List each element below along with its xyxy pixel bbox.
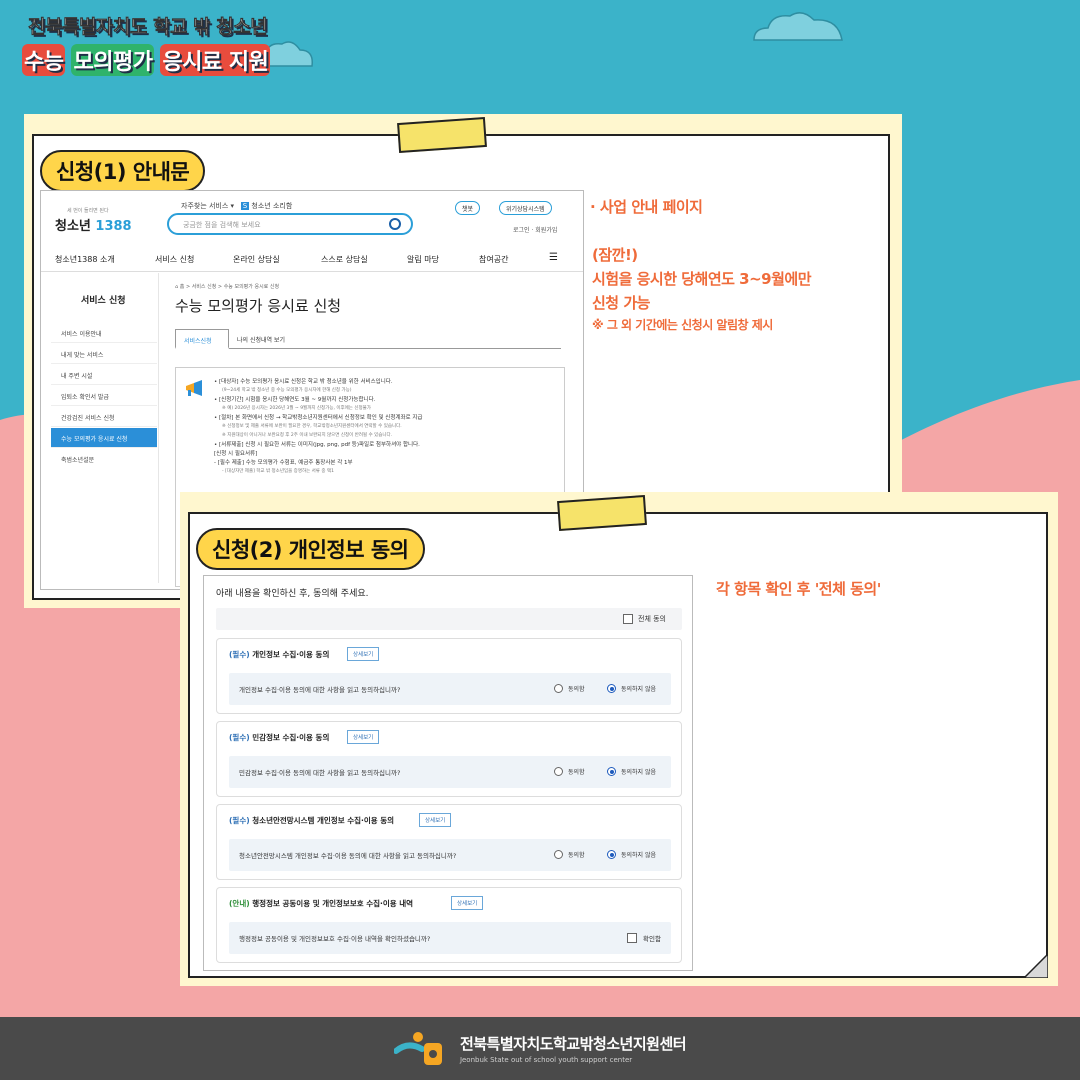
header-word-suneung: 수능	[22, 44, 66, 76]
notice-text: • [대상자] 수능 모의평가 응시료 신청은 학교 밖 청소년을 위한 서비스…	[214, 379, 423, 474]
confirm-checkbox[interactable]	[627, 933, 637, 943]
search-input[interactable]: 궁금한 점을 검색해 보세요	[167, 213, 413, 235]
consent-question: 민감정보 수집·이용 동의에 대한 사항을 읽고 동의하십니까? 동의함 동의하…	[229, 756, 671, 788]
consent-title: (안내) 행정정보 공동이용 및 개인정보보호 수집·이용 내역	[229, 899, 414, 908]
footer-name: 전북특별자치도학교밖청소년지원센터	[459, 1035, 687, 1053]
consent-heading: 아래 내용을 확인하신 후, 동의해 주세요.	[216, 589, 369, 599]
agree-label[interactable]: 동의함	[568, 850, 585, 859]
site-logo[interactable]: 청소년 1388	[55, 215, 132, 234]
consent-question: 행정정보 공동이용 및 개인정보보호 수집·이용 내역을 확인하셨습니까? 확인…	[229, 922, 671, 954]
center-logo-icon	[393, 1031, 442, 1065]
header-title-line1: 전북특별자치도 학교 밖 청소년	[28, 16, 268, 39]
megaphone-icon	[186, 380, 202, 396]
menu-icon[interactable]: ☰	[549, 252, 558, 263]
sidebar-item-active[interactable]: 수능 모의평가 응시료 신청	[51, 428, 157, 448]
disagree-label[interactable]: 동의하지 않음	[621, 850, 656, 859]
detail-button[interactable]: 상세보기	[451, 896, 484, 910]
section1-note-title: · 사업 안내 페이지	[590, 198, 703, 216]
tape-decoration	[557, 494, 647, 532]
question-text: 행정정보 공동이용 및 개인정보보호 수집·이용 내역을 확인하셨습니까?	[239, 935, 431, 943]
detail-button[interactable]: 상세보기	[347, 647, 380, 661]
disagree-radio[interactable]	[607, 684, 616, 693]
footer-bar: 전북특별자치도학교밖청소년지원센터 Jeonbuk State out of s…	[0, 1017, 1080, 1080]
section1-note-warn2: 시험을 응시한 당해연도 3~9월에만	[592, 270, 812, 288]
consent-question: 개인정보 수집·이용 동의에 대한 사항을 읽고 동의하십니까? 동의함 동의하…	[229, 673, 671, 705]
agree-label[interactable]: 동의함	[568, 767, 585, 776]
section2-note: 각 항목 확인 후 '전체 동의'	[716, 580, 881, 598]
all-agree-checkbox[interactable]	[623, 614, 633, 624]
detail-button[interactable]: 상세보기	[347, 730, 380, 744]
consent-card: (필수) 개인정보 수집·이용 동의 상세보기 개인정보 수집·이용 동의에 대…	[216, 638, 682, 714]
footer-text: 전북특별자치도학교밖청소년지원센터 Jeonbuk State out of s…	[459, 1033, 687, 1064]
all-agree-row: 전체 동의	[216, 608, 682, 630]
agree-radio[interactable]	[554, 850, 563, 859]
agree-radio[interactable]	[554, 684, 563, 693]
sidebar-title: 서비스 신청	[81, 296, 126, 306]
breadcrumb: ⌂ 홈 > 서비스 신청 > 수능 모의평가 응시료 신청	[175, 284, 280, 290]
section1-badge: 신청(1) 안내문	[40, 150, 206, 192]
consent-question: 청소년안전망시스템 개인정보 수집·이용 동의에 대한 사항을 읽고 동의하십니…	[229, 839, 671, 871]
consent-card: (안내) 행정정보 공동이용 및 개인정보보호 수집·이용 내역 상세보기 행정…	[216, 887, 682, 963]
sidebar-item[interactable]: 입퇴소 확인서 발급	[51, 386, 157, 406]
sidebar: 서비스 신청 서비스 이용안내 내게 맞는 서비스 내 주변 시설 입퇴소 확인…	[51, 273, 159, 583]
nav-item[interactable]: 청소년1388 소개	[55, 254, 115, 265]
page-fold-corner	[1024, 954, 1048, 978]
tab-service-apply[interactable]: 서비스신청	[175, 329, 229, 349]
sidebar-item[interactable]: 축범소년설문	[51, 449, 157, 469]
question-text: 개인정보 수집·이용 동의에 대한 사항을 읽고 동의하십니까?	[239, 686, 401, 694]
logo-subtitle: 세 번이 들리면 된다	[67, 208, 109, 214]
consent-title: (필수) 청소년안전망시스템 개인정보 수집·이용 동의	[229, 816, 395, 825]
top-links[interactable]: 자주찾는 서비스 ▾ S 청소년 소리함	[181, 201, 292, 211]
header-word-mock: 모의평가	[71, 44, 155, 76]
disagree-label[interactable]: 동의하지 않음	[621, 767, 656, 776]
confirm-label[interactable]: 확인함	[643, 933, 661, 943]
crisis-system-button[interactable]: 위기상담시스템	[499, 201, 552, 215]
nav-item[interactable]: 참여공간	[479, 254, 508, 265]
consent-card: (필수) 청소년안전망시스템 개인정보 수집·이용 동의 상세보기 청소년안전망…	[216, 804, 682, 880]
header-word-fee: 응시료 지원	[160, 44, 271, 76]
sidebar-item[interactable]: 서비스 이용안내	[51, 323, 157, 343]
detail-button[interactable]: 상세보기	[419, 813, 452, 827]
consent-title: (필수) 민감정보 수집·이용 동의	[229, 733, 330, 742]
agree-label[interactable]: 동의함	[568, 684, 585, 693]
login-link[interactable]: 로그인 · 회원가입	[513, 225, 557, 234]
cloud-icon	[753, 12, 843, 41]
header-title-line2: 수능 모의평가 응시료 지원	[22, 44, 271, 76]
tab-my-history[interactable]: 나의 신청내역 보기	[229, 329, 303, 349]
question-text: 청소년안전망시스템 개인정보 수집·이용 동의에 대한 사항을 읽고 동의하십니…	[239, 852, 457, 860]
sidebar-item[interactable]: 건강검진 서비스 신청	[51, 407, 157, 427]
footer-subtitle: Jeonbuk State out of school youth suppor…	[459, 1056, 633, 1064]
agree-radio[interactable]	[554, 767, 563, 776]
disagree-label[interactable]: 동의하지 않음	[621, 684, 656, 693]
all-agree-label[interactable]: 전체 동의	[638, 614, 666, 624]
chatbot-button[interactable]: 챗봇	[455, 201, 481, 215]
sidebar-item[interactable]: 내게 맞는 서비스	[51, 344, 157, 364]
page-title: 수능 모의평가 응시료 신청	[175, 297, 342, 315]
main-nav: 청소년1388 소개 서비스 신청 온라인 상담실 스스로 상담실 알림 마당 …	[41, 246, 583, 272]
section1-note-warn4: ※ 그 외 기간에는 신청시 알림창 제시	[592, 318, 773, 332]
sidebar-item[interactable]: 내 주변 시설	[51, 365, 157, 385]
consent-screenshot: 아래 내용을 확인하신 후, 동의해 주세요. 전체 동의 (필수) 개인정보 …	[203, 575, 693, 971]
nav-item[interactable]: 알림 마당	[407, 254, 439, 265]
question-text: 민감정보 수집·이용 동의에 대한 사항을 읽고 동의하십니까?	[239, 769, 401, 777]
section2-badge: 신청(2) 개인정보 동의	[196, 528, 425, 570]
disagree-radio[interactable]	[607, 767, 616, 776]
search-icon[interactable]	[389, 218, 401, 230]
consent-title: (필수) 개인정보 수집·이용 동의	[229, 650, 330, 659]
section1-note-warn1: (잠깐!)	[592, 246, 638, 264]
nav-item[interactable]: 스스로 상담실	[321, 254, 368, 265]
disagree-radio[interactable]	[607, 850, 616, 859]
consent-card: (필수) 민감정보 수집·이용 동의 상세보기 민감정보 수집·이용 동의에 대…	[216, 721, 682, 797]
nav-item[interactable]: 서비스 신청	[155, 254, 194, 265]
tape-decoration	[397, 116, 487, 154]
section1-note-warn3: 신청 가능	[592, 294, 650, 312]
nav-item[interactable]: 온라인 상담실	[233, 254, 280, 265]
